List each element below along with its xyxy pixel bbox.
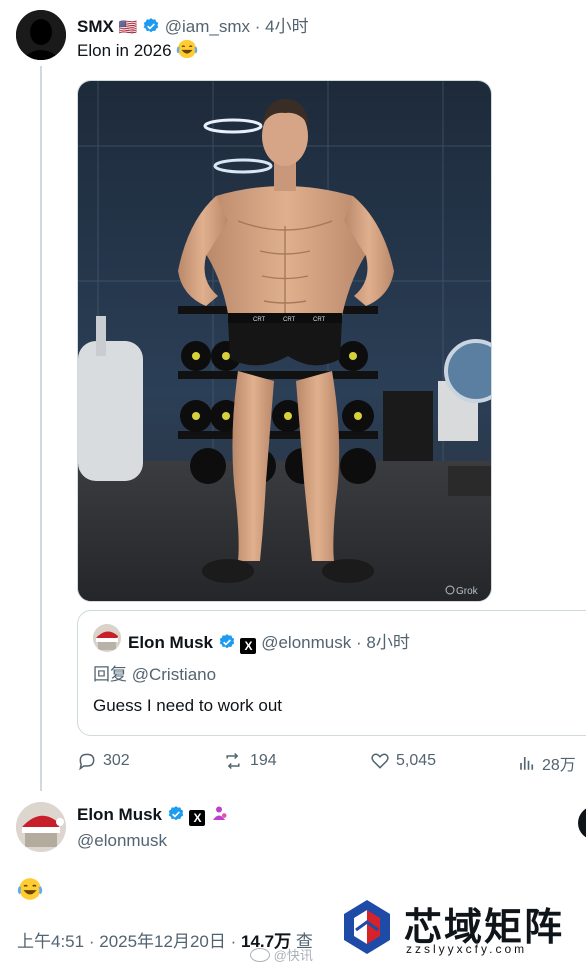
face-with-tears-of-joy-icon xyxy=(17,878,43,900)
brand-url: zzslyyxcfy.com xyxy=(406,942,528,956)
quoted-author-name: Elon Musk xyxy=(128,633,214,652)
reply-to-handle[interactable]: @Cristiano xyxy=(132,665,216,684)
view-count: 28万 xyxy=(542,757,576,774)
face-with-tears-of-joy-icon xyxy=(176,39,198,59)
reply-icon xyxy=(79,753,95,771)
weibo-watermark: @快讯 xyxy=(250,945,313,964)
verified-badge-icon xyxy=(219,634,234,649)
weibo-watermark-text: @快讯 xyxy=(273,948,313,963)
shorts-label: CRT xyxy=(283,317,296,323)
author-name[interactable]: Elon Musk xyxy=(77,805,162,824)
quoted-author-avatar xyxy=(93,624,121,652)
meta-separator: · xyxy=(88,932,95,951)
more-button[interactable] xyxy=(578,806,586,840)
reply-button[interactable]: 302 xyxy=(77,751,130,771)
repost-count: 194 xyxy=(250,752,277,769)
quoted-tweet-text: Guess I need to work out xyxy=(93,696,282,715)
verified-badge-icon xyxy=(168,806,183,821)
tweet-body: Elon in 2026 xyxy=(77,41,172,60)
weibo-eye-icon xyxy=(250,948,270,962)
reply-prefix: 回复 xyxy=(93,665,127,684)
views-button[interactable]: 28万 xyxy=(518,751,576,775)
tweet-time[interactable]: 4小时 xyxy=(265,17,308,36)
repost-icon xyxy=(226,752,240,770)
first-tweet-text: Elon in 2026 xyxy=(77,38,198,61)
quoted-tweet-time: 8小时 xyxy=(366,633,410,652)
tweet-photo[interactable]: CRT CRT CRT Grok xyxy=(77,80,492,602)
x-affiliate-icon: X xyxy=(189,810,206,826)
time-separator: · xyxy=(254,17,261,36)
quoted-author-handle: @elonmusk xyxy=(261,633,352,652)
author-handle[interactable]: @iam_smx xyxy=(165,17,250,36)
reply-count: 302 xyxy=(103,752,130,769)
time-separator: · xyxy=(355,633,362,652)
first-tweet-header: SMX 🇺🇸 @iam_smx · 4小时 xyxy=(77,12,309,37)
brand-logo-icon xyxy=(344,900,390,954)
main-tweet-header: Elon Musk X xyxy=(77,805,228,826)
elon-avatar[interactable] xyxy=(16,802,66,852)
tweet-date[interactable]: 2025年12月20日 xyxy=(99,932,226,951)
main-tweet-text xyxy=(17,876,43,903)
shorts-label: CRT xyxy=(253,317,266,323)
like-count: 5,045 xyxy=(396,752,437,769)
quoted-tweet-header: Elon Musk X @elonmusk · 8小时 xyxy=(128,628,410,654)
heart-icon xyxy=(371,753,389,769)
shorts-label: CRT xyxy=(313,317,326,323)
author-name[interactable]: SMX xyxy=(77,17,114,36)
x-affiliate-icon: X xyxy=(240,638,257,654)
thread-connector xyxy=(40,66,42,791)
smx-avatar[interactable] xyxy=(16,10,66,60)
us-flag-icon: 🇺🇸 xyxy=(118,18,138,36)
grok-watermark: Grok xyxy=(456,586,479,597)
quoted-reply-line: 回复 @Cristiano xyxy=(93,660,216,685)
tweet-time[interactable]: 上午4:51 xyxy=(17,932,84,951)
meta-separator: · xyxy=(230,932,237,951)
repost-button[interactable]: 194 xyxy=(222,751,277,771)
main-author-handle[interactable]: @elonmusk xyxy=(77,831,167,851)
brand-watermark: 芯域矩阵 zzslyyxcfy.com xyxy=(332,890,586,970)
views-chart-icon xyxy=(520,757,534,770)
verified-badge-icon xyxy=(143,18,159,33)
like-button[interactable]: 5,045 xyxy=(370,751,436,771)
people-icon xyxy=(213,806,227,820)
